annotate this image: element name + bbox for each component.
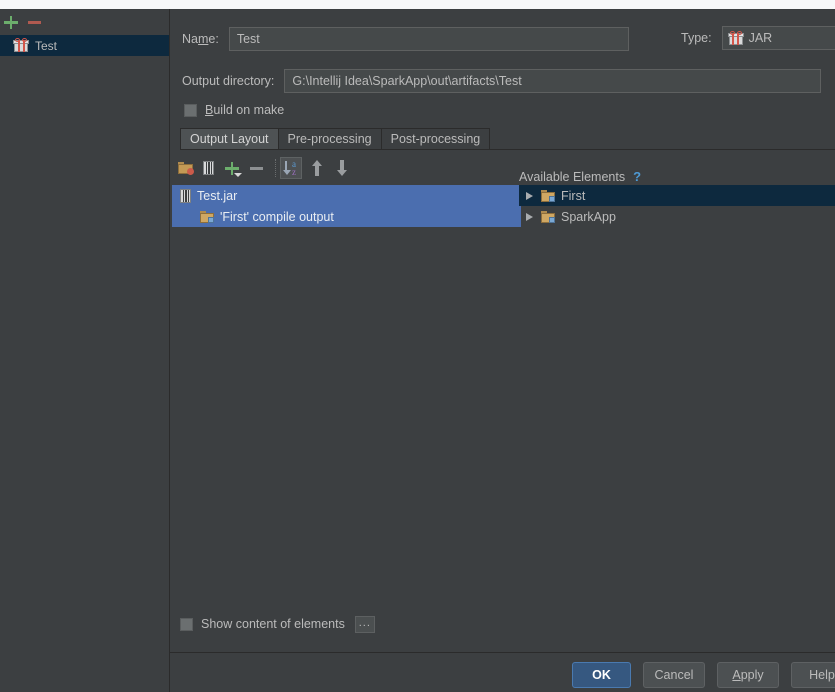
tree-node-test-jar[interactable]: Test.jar — [172, 185, 521, 206]
tree-node-label: 'First' compile output — [220, 209, 334, 224]
sort-az-icon[interactable]: az — [280, 157, 302, 179]
output-directory-input[interactable]: G:\Intellij Idea\SparkApp\out\artifacts\… — [284, 69, 822, 93]
chevron-right-icon[interactable] — [526, 191, 533, 200]
artifact-gift-icon — [727, 30, 744, 45]
sidebar-item-test[interactable]: Test — [0, 35, 169, 56]
sidebar-item-label: Test — [35, 38, 58, 53]
layout-toolbar: az — [172, 155, 512, 181]
name-label: Name: — [182, 32, 219, 46]
module-icon — [541, 189, 555, 202]
checkbox-box[interactable] — [180, 617, 193, 631]
available-item-label: SparkApp — [561, 209, 616, 224]
type-row: Type: JAR — [681, 26, 835, 50]
tab-post-processing[interactable]: Post-processing — [380, 128, 491, 149]
available-item-label: First — [561, 188, 586, 203]
dialog-footer: OK Cancel Apply Help — [170, 652, 835, 692]
build-on-make-label: Build on make — [205, 103, 285, 117]
editor-tabs: Output Layout Pre-processing Post-proces… — [180, 128, 835, 150]
ok-button[interactable]: OK — [572, 662, 631, 688]
arrow-down-icon[interactable] — [331, 157, 353, 179]
show-content-options-button[interactable]: ... — [354, 615, 375, 633]
add-directory-icon[interactable] — [174, 157, 196, 179]
module-output-icon — [200, 210, 214, 223]
artifacts-list: Test — [0, 35, 169, 56]
module-icon — [541, 210, 555, 223]
type-label: Type: — [681, 31, 712, 45]
tab-output-layout[interactable]: Output Layout — [180, 128, 279, 149]
type-value: JAR — [721, 26, 835, 50]
toolbar-separator — [275, 159, 277, 177]
green-plus-dropdown-icon[interactable] — [222, 157, 244, 179]
sidebar-toolbar — [0, 9, 169, 34]
build-on-make-checkbox[interactable]: Build on make — [184, 101, 284, 119]
help-question-icon[interactable]: ? — [633, 169, 641, 184]
available-elements-header: Available Elements ? — [519, 169, 641, 184]
name-row: Name: Test — [182, 27, 629, 51]
arrow-up-icon[interactable] — [306, 157, 328, 179]
available-elements-tree[interactable]: First SparkApp — [519, 185, 835, 615]
tab-pre-processing[interactable]: Pre-processing — [277, 128, 382, 149]
window-title-text: J — [318, 0, 324, 3]
available-item-first[interactable]: First — [519, 185, 835, 206]
show-content-checkbox[interactable]: Show content of elements ... — [180, 615, 375, 633]
minus-icon[interactable] — [27, 14, 43, 30]
output-layout-tree[interactable]: Test.jar 'First' compile output — [172, 185, 521, 615]
checkbox-box[interactable] — [184, 103, 197, 117]
output-directory-label: Output directory: — [182, 74, 275, 88]
output-directory-row: Output directory: G:\Intellij Idea\Spark… — [182, 69, 822, 93]
jar-archive-icon — [180, 188, 191, 203]
name-input[interactable]: Test — [228, 27, 629, 51]
show-content-label: Show content of elements — [201, 617, 345, 631]
plus-icon[interactable] — [3, 14, 19, 30]
add-archive-icon[interactable] — [198, 157, 220, 179]
artifacts-sidebar: Test — [0, 9, 170, 692]
type-label-text: JAR — [748, 31, 773, 45]
tree-node-first-compile-output[interactable]: 'First' compile output — [172, 206, 521, 227]
cancel-button[interactable]: Cancel — [643, 662, 705, 688]
tree-node-label: Test.jar — [197, 188, 238, 203]
artifact-gift-icon — [13, 38, 29, 52]
available-item-sparkapp[interactable]: SparkApp — [519, 206, 835, 227]
window-title-bar: J — [0, 0, 835, 9]
available-elements-title: Available Elements — [519, 169, 626, 184]
apply-button[interactable]: Apply — [717, 662, 779, 688]
artifact-editor: Name: Test Type: JAR Output directory: G… — [170, 9, 835, 692]
remove-icon[interactable] — [247, 157, 269, 179]
chevron-right-icon[interactable] — [526, 212, 533, 221]
help-button[interactable]: Help — [791, 662, 835, 688]
